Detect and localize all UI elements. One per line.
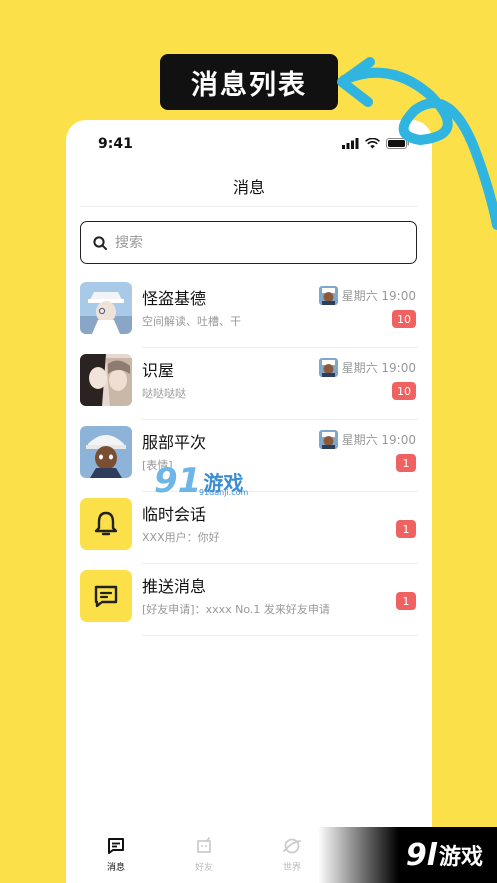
site-watermark: 91 游戏 91danji.com xyxy=(154,461,248,501)
planet-icon xyxy=(283,838,301,854)
conversation-preview: [好友申请]：xxxx No.1 发来好友申请 xyxy=(142,603,330,616)
bell-tile xyxy=(80,498,132,550)
sender-avatar xyxy=(318,286,338,305)
conversation-name: 识屋 xyxy=(142,361,175,380)
corner-brand-text: 游戏 xyxy=(438,845,483,870)
unread-badge: 1 xyxy=(396,520,416,538)
sender-avatar xyxy=(318,430,338,449)
conversation-time: 星期六 19:00 xyxy=(341,433,416,447)
avatar xyxy=(80,282,132,334)
conversation-item[interactable]: 推送消息 [好友申请]：xxxx No.1 发来好友申请 1 xyxy=(66,564,432,636)
conversation-time: 星期六 19:00 xyxy=(341,361,416,375)
unread-badge: 1 xyxy=(396,592,416,610)
conversation-meta: 星期六 19:00 xyxy=(318,430,416,449)
sender-avatar xyxy=(318,358,338,377)
unread-badge: 10 xyxy=(392,310,416,328)
watermark-number: 91 xyxy=(154,461,202,501)
avatar xyxy=(80,354,132,406)
conversation-time: 星期六 19:00 xyxy=(341,289,416,303)
conversation-name: 怪盗基德 xyxy=(142,289,207,308)
message-tile xyxy=(80,570,132,622)
conversation-meta: 星期六 19:00 xyxy=(318,286,416,305)
conversation-name: 推送消息 xyxy=(142,577,207,596)
conversation-meta: 星期六 19:00 xyxy=(318,358,416,377)
decorative-arrow-curve xyxy=(337,57,497,230)
conversation-preview: 哒哒哒哒 xyxy=(142,387,186,400)
conversation-item[interactable]: 怪盗基德 空间解读、吐槽、干 星期六 19:00 10 xyxy=(66,276,432,348)
unread-badge: 1 xyxy=(396,454,416,472)
bell-icon xyxy=(94,511,118,536)
tab-world[interactable]: 世界 xyxy=(262,836,322,873)
corner-brand-number: 9l xyxy=(405,837,437,873)
row-divider xyxy=(142,635,418,636)
friends-icon xyxy=(197,837,211,853)
tab-label: 好友 xyxy=(194,863,213,873)
avatar xyxy=(80,426,132,478)
tab-label: 世界 xyxy=(282,863,301,873)
chat-icon xyxy=(108,838,124,854)
conversation-name: 临时会话 xyxy=(142,505,207,524)
conversation-preview: XXX用户：你好 xyxy=(142,531,220,544)
tab-messages[interactable]: 消息 xyxy=(86,836,146,873)
tab-label: 消息 xyxy=(106,863,125,873)
corner-brand-logo: 9l 游戏 xyxy=(318,827,497,883)
status-time: 9:41 xyxy=(98,136,133,152)
conversation-preview: 空间解读、吐槽、干 xyxy=(142,315,241,328)
search-icon xyxy=(93,235,107,250)
message-icon xyxy=(94,585,118,608)
conversation-item[interactable]: 识屋 哒哒哒哒 星期六 19:00 10 xyxy=(66,348,432,420)
conversation-item[interactable]: 服部平次 [表情] 星期六 19:00 1 xyxy=(66,420,432,492)
watermark-url: 91danji.com xyxy=(199,488,249,497)
conversation-item[interactable]: 临时会话 XXX用户：你好 1 xyxy=(66,492,432,564)
conversation-name: 服部平次 xyxy=(142,433,207,452)
unread-badge: 10 xyxy=(392,382,416,400)
tab-friends[interactable]: 好友 xyxy=(174,836,234,873)
conversation-list: 怪盗基德 空间解读、吐槽、干 星期六 19:00 10 识屋 哒哒哒哒 星期六 … xyxy=(66,276,432,636)
promo-title: 消息列表 xyxy=(160,54,338,110)
